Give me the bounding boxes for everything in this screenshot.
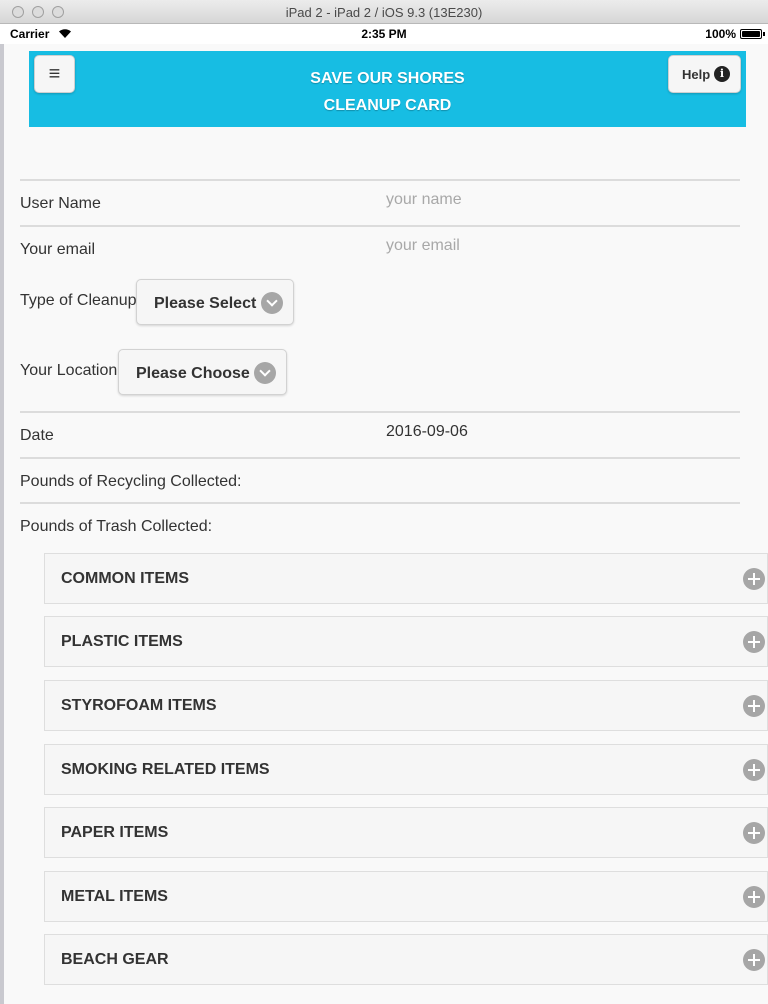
- recycling-label: Pounds of Recycling Collected:: [20, 473, 242, 490]
- page-title-line2: CLEANUP CARD: [323, 97, 452, 114]
- location-selected: Please Choose: [136, 365, 250, 382]
- cleanup-type-selected: Please Select: [154, 295, 257, 312]
- trash-label: Pounds of Trash Collected:: [20, 518, 213, 535]
- help-button[interactable]: Help i: [668, 55, 741, 93]
- page-title: SAVE OUR SHORES CLEANUP CARD: [29, 65, 746, 119]
- category-label: BEACH GEAR: [61, 951, 169, 968]
- category-beach-gear[interactable]: BEACH GEAR: [44, 934, 768, 985]
- category-label: STYROFOAM ITEMS: [61, 697, 217, 714]
- user-name-label: User Name: [20, 195, 101, 212]
- plus-circle-icon: [743, 631, 765, 653]
- plus-circle-icon: [743, 695, 765, 717]
- plus-circle-icon: [743, 822, 765, 844]
- chevron-down-icon: [261, 292, 283, 314]
- battery-percent: 100%: [705, 27, 736, 41]
- divider: [20, 502, 740, 504]
- divider: [20, 225, 740, 227]
- category-label: PAPER ITEMS: [61, 824, 169, 841]
- category-plastic-items[interactable]: PLASTIC ITEMS: [44, 616, 768, 667]
- category-metal-items[interactable]: METAL ITEMS: [44, 871, 768, 922]
- cleanup-type-select[interactable]: Please Select: [136, 279, 294, 325]
- battery-tip: [763, 32, 765, 36]
- window-title: iPad 2 - iPad 2 / iOS 9.3 (13E230): [285, 5, 483, 20]
- category-label: PLASTIC ITEMS: [61, 633, 183, 650]
- category-paper-items[interactable]: PAPER ITEMS: [44, 807, 768, 858]
- email-input[interactable]: your email: [386, 237, 460, 255]
- app-screen: ≡ SAVE OUR SHORES CLEANUP CARD Help i Us…: [4, 44, 768, 1004]
- category-label: METAL ITEMS: [61, 888, 168, 905]
- email-label: Your email: [20, 241, 96, 258]
- battery-icon: [740, 29, 762, 39]
- page-title-line1: SAVE OUR SHORES: [310, 70, 465, 87]
- info-icon: i: [714, 66, 730, 82]
- plus-circle-icon: [743, 949, 765, 971]
- divider: [20, 179, 740, 181]
- plus-circle-icon: [743, 759, 765, 781]
- window-titlebar: iPad 2 - iPad 2 / iOS 9.3 (13E230): [0, 0, 768, 24]
- chevron-down-icon: [254, 362, 276, 384]
- date-input[interactable]: 2016-09-06: [386, 423, 468, 441]
- category-label: COMMON ITEMS: [61, 570, 189, 587]
- location-label: Your Location: [20, 362, 118, 379]
- category-label: SMOKING RELATED ITEMS: [61, 761, 270, 778]
- divider: [20, 411, 740, 413]
- divider: [20, 457, 740, 459]
- plus-circle-icon: [743, 886, 765, 908]
- status-time: 2:35 PM: [361, 27, 407, 41]
- app-header: ≡ SAVE OUR SHORES CLEANUP CARD Help i: [29, 51, 746, 127]
- help-button-label: Help: [682, 67, 711, 82]
- user-name-input[interactable]: your name: [386, 191, 462, 209]
- location-select[interactable]: Please Choose: [118, 349, 287, 395]
- status-bar: Carrier 2:35 PM 100%: [0, 24, 768, 44]
- category-styrofoam-items[interactable]: STYROFOAM ITEMS: [44, 680, 768, 731]
- category-common-items[interactable]: COMMON ITEMS: [44, 553, 768, 604]
- category-smoking-related-items[interactable]: SMOKING RELATED ITEMS: [44, 744, 768, 795]
- plus-circle-icon: [743, 568, 765, 590]
- date-label: Date: [20, 427, 54, 444]
- cleanup-type-label: Type of Cleanup: [20, 292, 137, 309]
